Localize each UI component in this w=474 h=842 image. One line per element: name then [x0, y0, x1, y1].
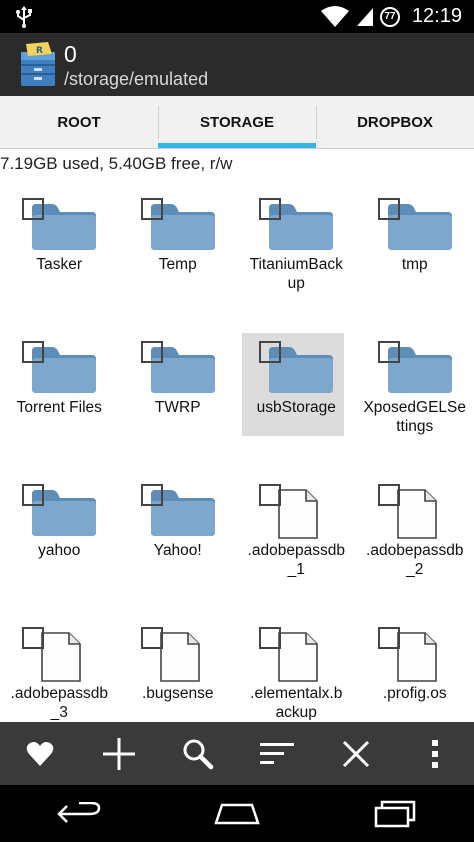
signal-icon: [356, 7, 373, 26]
recents-button[interactable]: [355, 789, 435, 839]
close-button[interactable]: [328, 726, 384, 782]
item-label: TitaniumBack up: [249, 256, 343, 292]
add-button[interactable]: [91, 726, 147, 782]
item-label: Temp: [158, 256, 197, 273]
item-label: .adobepassdb _3: [10, 685, 108, 720]
folder-item[interactable]: TWRP: [119, 323, 238, 466]
folder-item[interactable]: Temp: [119, 180, 238, 323]
file-grid[interactable]: Tasker Temp TitaniumBack up tmp Torrent Files…: [0, 180, 474, 720]
back-icon: [57, 801, 101, 823]
svg-text:R: R: [36, 46, 43, 56]
folder-item[interactable]: yahoo: [0, 466, 119, 609]
usb-icon: [16, 6, 32, 28]
search-icon: [183, 739, 213, 769]
item-label: .adobepassdb _1: [247, 542, 345, 578]
storage-usage-text: 7.19GB used, 5.40GB free, r/w: [0, 154, 233, 173]
tab-dropbox[interactable]: DROPBOX: [316, 96, 474, 148]
select-checkbox[interactable]: [259, 341, 281, 363]
select-checkbox[interactable]: [140, 198, 163, 220]
item-label: Torrent Files: [16, 399, 102, 416]
select-checkbox[interactable]: [377, 198, 400, 220]
item-label: yahoo: [38, 542, 81, 559]
folder-item[interactable]: tmp: [356, 180, 474, 323]
status-bar: 77 12:19: [0, 0, 474, 33]
file-icon: [159, 632, 200, 682]
file-item[interactable]: .profig.os: [356, 609, 474, 720]
sort-button[interactable]: [249, 726, 305, 782]
action-bar: R 0 /storage/emulated: [0, 33, 474, 96]
select-checkbox[interactable]: [140, 484, 163, 506]
recents-icon: [374, 800, 416, 827]
item-label: XposedGELSe ttings: [363, 399, 467, 435]
system-nav-bar: [0, 785, 474, 842]
app-logo-icon[interactable]: R: [18, 42, 58, 88]
item-label: usbStorage: [256, 399, 336, 416]
file-icon: [278, 489, 318, 539]
file-icon: [396, 632, 437, 682]
file-item[interactable]: .adobepassdb _2: [356, 466, 474, 609]
select-checkbox[interactable]: [259, 484, 281, 506]
clock: 12:19: [411, 5, 462, 27]
file-icon: [41, 632, 81, 682]
select-checkbox[interactable]: [377, 341, 400, 363]
folder-item[interactable]: Tasker: [0, 180, 119, 323]
location-tabs: ROOT STORAGE DROPBOX: [0, 96, 474, 149]
select-checkbox[interactable]: [259, 198, 281, 220]
file-item[interactable]: .adobepassdb _3: [0, 609, 119, 720]
select-checkbox[interactable]: [22, 484, 44, 506]
file-item[interactable]: .bugsense: [119, 609, 238, 720]
item-label: .adobepassdb _2: [366, 542, 464, 578]
tab-root[interactable]: ROOT: [0, 96, 158, 148]
select-checkbox[interactable]: [22, 627, 44, 649]
back-button[interactable]: [39, 789, 119, 839]
file-icon: [278, 632, 318, 682]
select-checkbox[interactable]: [377, 484, 400, 506]
tab-storage[interactable]: STORAGE: [158, 96, 316, 148]
item-label: .bugsense: [141, 685, 214, 702]
wifi-icon: [320, 5, 349, 27]
select-checkbox[interactable]: [22, 341, 44, 363]
overflow-menu-button[interactable]: [407, 726, 463, 782]
overflow-menu-icon: [431, 739, 438, 768]
select-checkbox[interactable]: [140, 627, 163, 649]
select-checkbox[interactable]: [22, 198, 44, 220]
item-label: Yahoo!: [153, 542, 202, 559]
file-item[interactable]: .elementalx.b ackup: [237, 609, 356, 720]
home-button[interactable]: [197, 789, 277, 839]
select-checkbox[interactable]: [259, 627, 281, 649]
plus-icon: [102, 737, 135, 770]
root-explorer-screen: 77 12:19 R 0 /storage/emulated ROOT STOR…: [0, 0, 474, 842]
current-folder-title: 0: [64, 41, 77, 67]
item-label: .profig.os: [382, 685, 447, 702]
folder-item[interactable]: TitaniumBack up: [237, 180, 356, 323]
item-label: .elementalx.b ackup: [250, 685, 343, 720]
select-checkbox[interactable]: [377, 627, 400, 649]
search-button[interactable]: [170, 726, 226, 782]
bottom-toolbar: [0, 722, 474, 785]
folder-item[interactable]: XposedGELSe ttings: [356, 323, 474, 466]
favorites-button[interactable]: [12, 726, 68, 782]
file-icon: [396, 489, 437, 539]
close-icon: [342, 740, 369, 767]
home-icon: [214, 803, 260, 824]
folder-item[interactable]: Torrent Files: [0, 323, 119, 466]
heart-icon: [26, 741, 53, 766]
item-label: TWRP: [154, 399, 201, 416]
select-checkbox[interactable]: [140, 341, 163, 363]
folder-item[interactable]: usbStorage: [237, 323, 356, 466]
sort-icon: [259, 742, 294, 764]
folder-item[interactable]: Yahoo!: [119, 466, 238, 609]
battery-indicator: 77: [379, 6, 400, 27]
file-item[interactable]: .adobepassdb _1: [237, 466, 356, 609]
current-path: /storage/emulated: [64, 69, 209, 89]
item-label: Tasker: [36, 256, 83, 273]
item-label: tmp: [401, 256, 428, 273]
